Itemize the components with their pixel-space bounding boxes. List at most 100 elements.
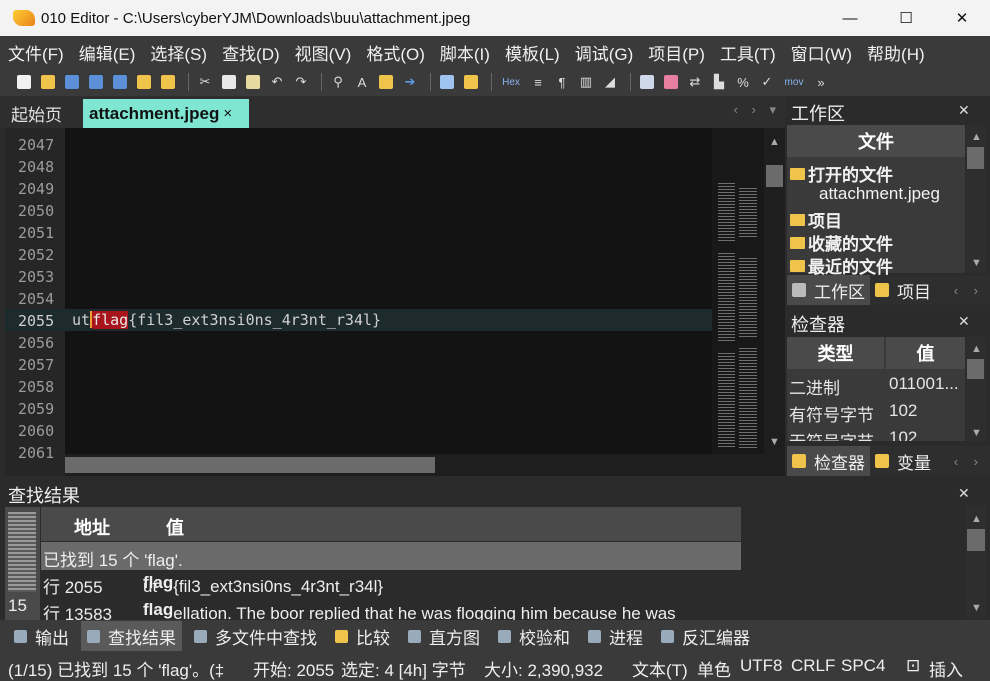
find-summary-row[interactable]: 已找到 15 个 'flag'. (41, 542, 741, 570)
undo-icon[interactable]: ↶ (267, 72, 287, 92)
scroll-up-icon[interactable]: ▲ (971, 513, 982, 525)
save-all-icon[interactable] (110, 72, 130, 92)
menu-tools[interactable]: 工具(T) (720, 40, 776, 65)
editor-vertical-scrollbar[interactable]: ▲ ▼ (764, 128, 785, 454)
open-file-icon[interactable] (38, 72, 58, 92)
save-as-icon[interactable] (86, 72, 106, 92)
percent-icon[interactable]: % (733, 72, 753, 92)
panel-tab-nav[interactable]: ‹ › (954, 454, 984, 469)
scroll-down-icon[interactable]: ▼ (769, 436, 780, 448)
folder-icon[interactable] (134, 72, 154, 92)
checksum-icon[interactable]: ✓ (757, 72, 777, 92)
find-in-files-icon[interactable] (376, 72, 396, 92)
disassembler-icon[interactable]: mov (781, 72, 807, 92)
scroll-down-icon[interactable]: ▼ (971, 427, 982, 439)
find-results-scrollbar[interactable]: ▲ ▼ (966, 507, 986, 620)
columns-icon[interactable]: ▥ (576, 72, 596, 92)
inspector-row[interactable]: 二进制 011001... (787, 371, 965, 398)
scroll-up-icon[interactable]: ▲ (971, 343, 982, 355)
cut-icon[interactable]: ✂ (195, 72, 215, 92)
new-file-icon[interactable] (14, 72, 34, 92)
tab-checksum[interactable]: 校验和 (492, 621, 576, 651)
menu-file[interactable]: 文件(F) (8, 40, 64, 65)
inspector-row[interactable]: 有符号字节 102 (787, 398, 965, 425)
tab-close-icon[interactable]: × (223, 105, 232, 122)
toolbar-overflow-icon[interactable]: » (811, 72, 831, 92)
status-encoding[interactable]: UTF8 (740, 656, 783, 676)
tab-disassembler[interactable]: 反汇编器 (655, 621, 756, 651)
menu-project[interactable]: 项目(P) (648, 40, 705, 65)
scrollbar-thumb[interactable] (65, 457, 435, 473)
workspace-file-item[interactable]: attachment.jpeg (819, 184, 940, 204)
run-script-icon[interactable] (437, 72, 457, 92)
hex-columns-icon[interactable]: ≡ (528, 72, 548, 92)
workspace-projects[interactable]: 项目 (790, 207, 842, 232)
workspace-close-icon[interactable]: ✕ (958, 102, 970, 119)
tab-compare[interactable]: 比较 (329, 621, 396, 651)
find-result-row[interactable]: 行 2055 ut flag {fil3_ext3nsi0ns_4r3nt_r34l… (41, 569, 741, 597)
value-column-header[interactable]: 值 (166, 514, 184, 540)
tab-inspector[interactable]: 检查器 (787, 446, 870, 476)
menu-select[interactable]: 选择(S) (150, 40, 207, 65)
tab-attachment[interactable]: attachment.jpeg × (83, 99, 249, 128)
goto-icon[interactable]: ➔ (400, 72, 420, 92)
inspector-close-icon[interactable]: ✕ (958, 313, 970, 330)
folder-open-icon[interactable] (158, 72, 178, 92)
menu-templates[interactable]: 模板(L) (505, 40, 560, 65)
menu-scripts[interactable]: 脚本(I) (440, 40, 490, 65)
copy-icon[interactable] (219, 72, 239, 92)
paste-icon[interactable] (243, 72, 263, 92)
panel-tab-nav[interactable]: ‹ › (954, 283, 984, 298)
tab-find-in-files[interactable]: 多文件中查找 (188, 621, 323, 651)
scrollbar-thumb[interactable] (967, 147, 984, 169)
calculator-icon[interactable] (637, 72, 657, 92)
line-content[interactable]: ut flag{fil3_ext3nsi0ns_4r3nt_r34l} (72, 311, 381, 329)
scroll-down-icon[interactable]: ▼ (971, 602, 982, 614)
scroll-up-icon[interactable]: ▲ (769, 136, 780, 148)
scrollbar-thumb[interactable] (967, 359, 984, 379)
tab-variables[interactable]: 变量 (870, 446, 936, 476)
run-template-icon[interactable] (461, 72, 481, 92)
hex-mode-icon[interactable]: Hex (498, 72, 524, 92)
status-color[interactable]: 单色 (697, 656, 731, 681)
compare-icon[interactable]: ⇄ (685, 72, 705, 92)
scrollbar-thumb[interactable] (766, 165, 783, 187)
scroll-up-icon[interactable]: ▲ (971, 131, 982, 143)
replace-icon[interactable]: A (352, 72, 372, 92)
menu-search[interactable]: 查找(D) (222, 40, 280, 65)
redo-icon[interactable]: ↷ (291, 72, 311, 92)
scroll-down-icon[interactable]: ▼ (971, 257, 982, 269)
status-insert-mode[interactable]: 插入 (929, 656, 963, 681)
minimap[interactable] (712, 128, 764, 454)
highlight-icon[interactable]: ◢ (600, 72, 620, 92)
status-edit-mode[interactable]: 文本(T) (632, 656, 688, 681)
status-tab-setting[interactable]: SPC4 (841, 656, 885, 676)
histogram-icon[interactable]: ▙ (709, 72, 729, 92)
workspace-open-files[interactable]: 打开的文件 (790, 161, 893, 186)
tab-nav-arrows[interactable]: ‹ › ▾ (734, 102, 781, 118)
minimize-button[interactable]: — (822, 0, 878, 36)
menu-edit[interactable]: 编辑(E) (79, 40, 136, 65)
status-line-ending[interactable]: CRLF (791, 656, 835, 676)
tab-start-page[interactable]: 起始页 (11, 99, 62, 128)
close-button[interactable]: ✕ (934, 0, 990, 36)
workspace-scrollbar[interactable]: ▲ ▼ (966, 125, 985, 273)
color-icon[interactable] (661, 72, 681, 92)
paragraph-icon[interactable]: ¶ (552, 72, 572, 92)
tab-output[interactable]: 输出 (8, 621, 75, 651)
scrollbar-thumb[interactable] (967, 529, 985, 551)
inspector-type-header[interactable]: 类型 (787, 337, 884, 369)
tab-project[interactable]: 项目 (870, 275, 936, 305)
tab-process[interactable]: 进程 (582, 621, 649, 651)
editor-horizontal-scrollbar[interactable] (65, 454, 785, 476)
inspector-row[interactable]: 无符号字节 102 (787, 425, 965, 441)
save-icon[interactable] (62, 72, 82, 92)
menu-debug[interactable]: 调试(G) (575, 40, 634, 65)
inspector-scrollbar[interactable]: ▲ ▼ (966, 337, 985, 441)
find-results-close-icon[interactable]: ✕ (958, 485, 970, 502)
find-icon[interactable]: ⚲ (328, 72, 348, 92)
inspector-value-header[interactable]: 值 (886, 337, 965, 369)
workspace-favorites[interactable]: 收藏的文件 (790, 230, 893, 255)
menu-view[interactable]: 视图(V) (295, 40, 352, 65)
tab-find-results[interactable]: 查找结果 (81, 621, 182, 651)
